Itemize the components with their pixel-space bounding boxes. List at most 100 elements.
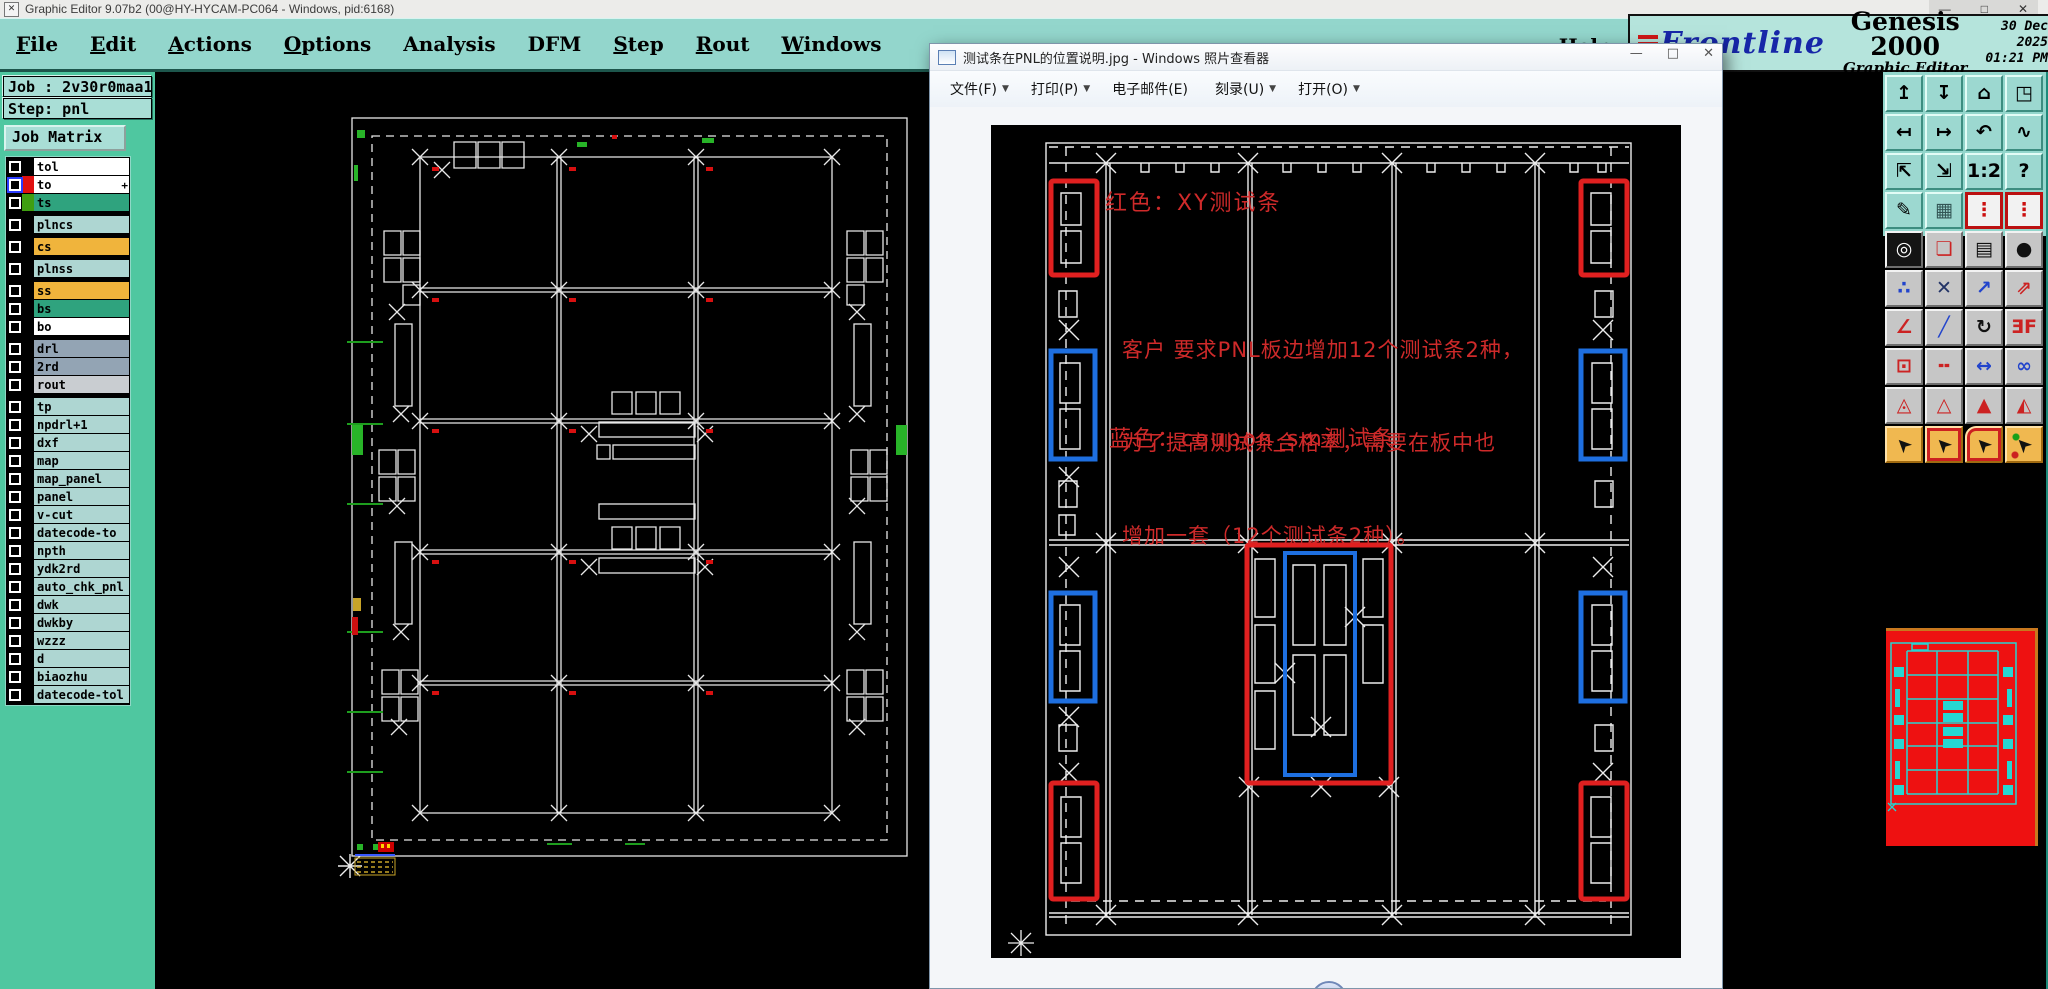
layer-row[interactable]: plnss	[7, 260, 129, 277]
layer-color-swatch[interactable]	[22, 452, 34, 469]
layer-visibility-checkbox[interactable]	[7, 194, 22, 211]
layer-visibility-checkbox[interactable]	[7, 238, 22, 255]
layer-visibility-checkbox[interactable]	[7, 216, 22, 233]
home-view-button[interactable]: ⌂	[1965, 75, 2003, 112]
delete-x-button[interactable]: ✕	[1925, 270, 1963, 307]
layer-visibility-checkbox[interactable]	[7, 260, 22, 277]
layer-visibility-checkbox[interactable]	[7, 488, 22, 505]
layer-color-swatch[interactable]	[22, 632, 34, 649]
layer-visibility-checkbox[interactable]	[7, 668, 22, 685]
layer-row[interactable]: auto_chk_pnl	[7, 578, 129, 595]
pan-right-button[interactable]: ↦	[1925, 114, 1963, 151]
circles-button[interactable]: ∞	[2005, 348, 2043, 385]
layer-color-swatch[interactable]	[22, 614, 34, 631]
overview-pane[interactable]	[1886, 628, 2038, 846]
layer-row[interactable]: tp	[7, 398, 129, 415]
zoom-1-2-button[interactable]: 1:2	[1965, 153, 2003, 190]
layer-row[interactable]: plncs	[7, 216, 129, 233]
zoom-control-button[interactable]	[1311, 981, 1347, 988]
triangle-1-button[interactable]: ◬	[1885, 387, 1923, 424]
menu-item[interactable]: Edit	[90, 32, 136, 56]
layer-visibility-checkbox[interactable]	[7, 560, 22, 577]
layer-visibility-checkbox[interactable]	[7, 542, 22, 559]
layer-color-swatch[interactable]	[22, 260, 34, 277]
draw-tools-button[interactable]: ✎	[1885, 192, 1923, 229]
photo-menu-item[interactable]: 文件(F) ▼	[942, 75, 1017, 103]
layer-row[interactable]: cs	[7, 238, 129, 255]
help-box-button[interactable]: ?	[2005, 153, 2043, 190]
slant-line-button[interactable]: ╱	[1925, 309, 1963, 346]
layer-visibility-checkbox[interactable]	[7, 358, 22, 375]
layer-row[interactable]: bo	[7, 318, 129, 335]
arrow-down-box-button[interactable]: ↧	[1925, 75, 1963, 112]
layer-color-swatch[interactable]	[22, 398, 34, 415]
layer-row[interactable]: wzzz	[7, 632, 129, 649]
layer-row[interactable]: datecode-tol	[7, 686, 129, 703]
mirror-ff-button[interactable]: ƎF	[2005, 309, 2043, 346]
layer-color-swatch[interactable]	[22, 358, 34, 375]
layer-visibility-checkbox[interactable]	[7, 686, 22, 703]
job-matrix-button[interactable]: Job Matrix ...	[4, 125, 126, 164]
layer-color-swatch[interactable]	[22, 560, 34, 577]
layer-visibility-checkbox[interactable]	[7, 318, 22, 335]
triangle-3-button[interactable]: ▲	[1965, 387, 2003, 424]
pointer-frame-button[interactable]: ➤	[1925, 426, 1963, 463]
layer-color-swatch[interactable]	[22, 318, 34, 335]
layer-visibility-checkbox[interactable]	[7, 632, 22, 649]
layer-color-swatch[interactable]	[22, 376, 34, 393]
layer-row[interactable]: dxf	[7, 434, 129, 451]
photo-minimize-button[interactable]: —	[1630, 46, 1643, 61]
layer-visibility-checkbox[interactable]	[7, 376, 22, 393]
dash-line-button[interactable]: ╍	[1925, 348, 1963, 385]
layer-visibility-checkbox[interactable]	[7, 340, 22, 357]
triangle-2-button[interactable]: △	[1925, 387, 1963, 424]
layer-color-swatch[interactable]	[22, 282, 34, 299]
menu-item[interactable]: Windows	[781, 32, 881, 56]
menu-item[interactable]: Step	[613, 32, 663, 56]
menu-item[interactable]: File	[16, 32, 58, 56]
window-xy-button[interactable]: ◳	[2005, 75, 2043, 112]
undo-view-button[interactable]: ↶	[1965, 114, 2003, 151]
layer-color-swatch[interactable]	[22, 488, 34, 505]
photo-menu-item[interactable]: 刻录(U) ▼	[1207, 75, 1284, 103]
layer-visibility-checkbox[interactable]	[7, 650, 22, 667]
layer-color-swatch[interactable]	[22, 542, 34, 559]
layer-color-swatch[interactable]	[22, 194, 34, 211]
pointer-button[interactable]: ➤	[1885, 426, 1923, 463]
layer-color-swatch[interactable]	[22, 158, 34, 175]
layer-visibility-checkbox[interactable]	[7, 524, 22, 541]
layer-row[interactable]: v-cut	[7, 506, 129, 523]
grid-button[interactable]: ▦	[1925, 192, 1963, 229]
layer-row[interactable]: drl	[7, 340, 129, 357]
pointer-polygon-button[interactable]: ➤	[1965, 426, 2003, 463]
net-dots-button[interactable]: ∴	[1885, 270, 1923, 307]
layer-color-swatch[interactable]	[22, 300, 34, 317]
layer-row[interactable]: to +	[7, 176, 129, 193]
layer-row[interactable]: npth	[7, 542, 129, 559]
move-point-button[interactable]: ↗	[1965, 270, 2003, 307]
layer-visibility-checkbox[interactable]	[7, 452, 22, 469]
layer-visibility-checkbox[interactable]	[7, 614, 22, 631]
layer-row[interactable]: rout	[7, 376, 129, 393]
layer-color-swatch[interactable]	[22, 340, 34, 357]
signals-a-button[interactable]: ⋮	[1965, 192, 2003, 229]
photo-menu-item[interactable]: 电子邮件(E)	[1104, 75, 1201, 103]
reshape-button[interactable]: ❏	[1925, 231, 1963, 268]
layer-visibility-checkbox[interactable]	[7, 434, 22, 451]
layer-color-swatch[interactable]	[22, 434, 34, 451]
layer-row[interactable]: bs	[7, 300, 129, 317]
layer-visibility-checkbox[interactable]	[7, 596, 22, 613]
layer-visibility-checkbox[interactable]	[7, 176, 22, 193]
layer-color-swatch[interactable]	[22, 650, 34, 667]
layer-color-swatch[interactable]	[22, 668, 34, 685]
layer-row[interactable]: tol	[7, 158, 129, 175]
menu-item[interactable]: Rout	[696, 32, 750, 56]
layer-color-swatch[interactable]	[22, 416, 34, 433]
triangle-4-button[interactable]: ◭	[2005, 387, 2043, 424]
expand-view-button[interactable]: ⇱	[1885, 153, 1923, 190]
layer-row[interactable]: dwk	[7, 596, 129, 613]
pointer-net-button[interactable]: ➤	[2005, 426, 2043, 463]
photo-maximize-button[interactable]: □	[1667, 46, 1679, 61]
layer-visibility-checkbox[interactable]	[7, 470, 22, 487]
pad-select-button[interactable]: ●	[2005, 231, 2043, 268]
